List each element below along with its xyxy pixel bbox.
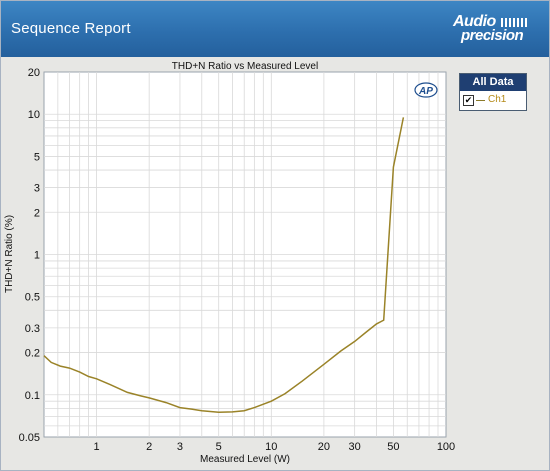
brand-precision-text: precision [461,27,524,44]
x-tick-label: 100 [437,441,455,453]
x-tick-label: 50 [387,441,399,453]
x-tick-label: 1 [94,441,100,453]
legend-checkbox[interactable]: ✔ [463,95,474,106]
brand-bars-icon [501,18,529,27]
y-tick-label: 0.3 [25,323,40,335]
x-tick-label: 10 [265,441,277,453]
report-header: Sequence Report Audio precision [1,1,549,57]
y-tick-label: 0.2 [25,348,40,360]
ap-badge-icon: AP [414,82,438,98]
audio-precision-logo: Audio precision [451,13,531,45]
thdn-chart: 1 2 3 5 10 20 30 50 1000.050.10.20.30.512351020 … [1,57,549,470]
y-tick-label: 10 [28,109,40,121]
ap-badge-text: AP [418,86,433,97]
x-axis-label: Measured Level (W) [200,454,290,465]
y-tick-label: 1 [34,250,40,262]
legend-item-ch1[interactable]: ✔ Ch1 [460,91,526,110]
legend-title: All Data [460,74,526,91]
y-tick-label: 5 [34,151,40,163]
y-tick-label: 20 [28,67,40,79]
y-tick-label: 3 [34,183,40,195]
legend: All Data ✔ Ch1 [459,73,527,111]
x-tick-label: 2 [146,441,152,453]
x-tick-label: 3 [177,441,183,453]
y-tick-label: 0.1 [25,390,40,402]
x-tick-label: 5 [216,441,222,453]
y-tick-label: 0.05 [19,432,40,444]
x-tick-label: 20 [318,441,330,453]
chart-title: THD+N Ratio vs Measured Level [172,61,318,72]
y-axis-label: THD+N Ratio (%) [4,215,15,293]
legend-item-label: Ch1 [488,94,507,105]
report-title: Sequence Report [11,20,131,37]
report-window: Sequence Report Audio precision 1 2 3 5 10 20… [0,0,550,471]
y-tick-label: 2 [34,207,40,219]
x-tick-label: 30 [349,441,361,453]
legend-line-swatch [476,100,485,101]
y-tick-label: 0.5 [25,292,40,304]
